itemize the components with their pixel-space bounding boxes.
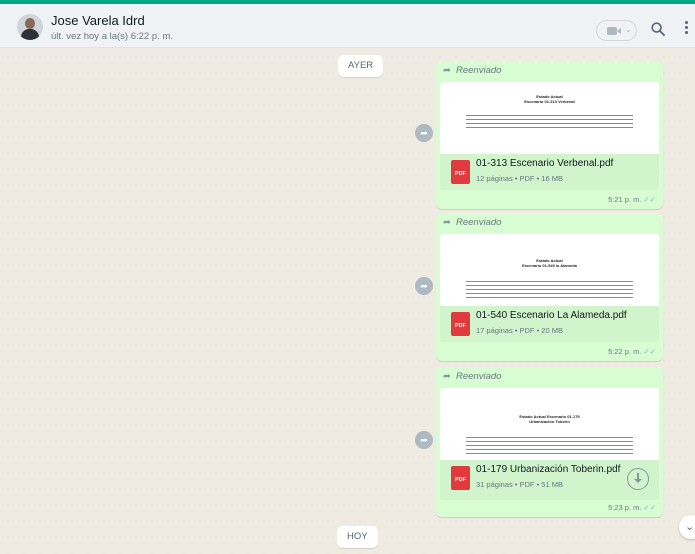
contact-name[interactable]: Jose Varela Idrd [51, 13, 145, 28]
preview-text-line [466, 437, 633, 439]
file-meta: 31 páginas • PDF • 51 MB [476, 480, 563, 489]
menu-icon[interactable] [684, 21, 690, 37]
file-name: 01-313 Escenario Verbenal.pdf [476, 158, 614, 169]
file-name: 01-540 Escenario La Alameda.pdf [476, 310, 627, 321]
share-icon[interactable]: ➦ [415, 431, 433, 449]
preview-subtitle: Urbanización Toberin [529, 419, 570, 424]
chevron-down-icon: ⌄ [625, 25, 632, 34]
chat-area[interactable]: AYER ➦ ➦ Reenviado Estado Actual Escenari… [0, 49, 695, 554]
forwarded-text: Reenviado [456, 217, 502, 228]
video-call-button[interactable]: ⌄ [596, 20, 637, 41]
preview-text-line [466, 119, 633, 121]
preview-text-line [466, 281, 633, 283]
forward-icon: ➦ [443, 65, 451, 76]
pdf-icon: PDF [451, 466, 470, 490]
message-time: 5:23 p. m. ✓✓ [608, 503, 656, 512]
forward-icon: ➦ [443, 217, 451, 228]
preview-text-line [466, 289, 633, 291]
document-preview[interactable]: Estado Actual Escenario 01-540 la Alamed… [440, 234, 659, 306]
forwarded-label: ➦ Reenviado [443, 65, 501, 76]
file-meta: 17 páginas • PDF • 20 MB [476, 326, 563, 335]
pdf-icon: PDF [451, 160, 470, 184]
video-call-icon [607, 27, 617, 35]
preview-text-line [466, 293, 633, 295]
day-divider-today: HOY [337, 526, 378, 548]
preview-text-line [466, 127, 633, 129]
download-button[interactable] [627, 468, 649, 490]
document-preview[interactable]: Estado Actual Escenario 01-179 Urbanizac… [440, 388, 659, 460]
forwarded-text: Reenviado [456, 371, 502, 382]
message-bubble[interactable]: ➦ Reenviado Estado Actual Escenario 01-54… [436, 213, 663, 361]
avatar[interactable] [17, 14, 43, 40]
message-bubble[interactable]: ➦ Reenviado Estado Actual Escenario 01-31… [436, 61, 663, 209]
preview-text-line [466, 123, 633, 125]
contact-status: últ. vez hoy a la(s) 6:22 p. m. [51, 31, 173, 42]
file-attachment[interactable]: PDF 01-313 Escenario Verbenal.pdf 12 pág… [440, 154, 659, 190]
forward-icon: ➦ [443, 371, 451, 382]
forwarded-text: Reenviado [456, 65, 502, 76]
read-ticks-icon: ✓✓ [643, 503, 656, 512]
document-preview[interactable]: Estado Actual Escenario 01-313 Verbenal [440, 82, 659, 154]
day-divider-yesterday: AYER [338, 55, 384, 77]
avatar-body [21, 29, 39, 40]
read-ticks-icon: ✓✓ [643, 195, 656, 204]
read-ticks-icon: ✓✓ [643, 347, 656, 356]
preview-text-line [466, 115, 633, 117]
search-icon[interactable] [651, 22, 665, 36]
preview-text-line [466, 449, 633, 451]
preview-text-line [466, 285, 633, 287]
message-time: 5:21 p. m. ✓✓ [608, 195, 656, 204]
pdf-icon: PDF [451, 312, 470, 336]
file-attachment[interactable]: PDF 01-540 Escenario La Alameda.pdf 17 p… [440, 306, 659, 342]
avatar-head [25, 18, 35, 29]
share-icon[interactable]: ➦ [415, 124, 433, 142]
preview-text-line [466, 441, 633, 443]
preview-text-line [466, 297, 633, 299]
share-icon[interactable]: ➦ [415, 277, 433, 295]
chat-header[interactable]: Jose Varela Idrd últ. vez hoy a la(s) 6:… [0, 4, 695, 48]
file-attachment[interactable]: PDF 01-179 Urbanización Toberin.pdf 31 p… [440, 460, 659, 500]
forwarded-label: ➦ Reenviado [443, 371, 501, 382]
message-time: 5:22 p. m. ✓✓ [608, 347, 656, 356]
message-bubble[interactable]: ➦ Reenviado Estado Actual Escenario 01-17… [436, 367, 663, 517]
file-name: 01-179 Urbanización Toberin.pdf [476, 464, 621, 475]
preview-subtitle: Escenario 01-313 Verbenal [524, 99, 575, 104]
chevron-down-icon: ⌄ [685, 521, 695, 533]
file-meta: 12 páginas • PDF • 16 MB [476, 174, 563, 183]
video-lens-shape [617, 28, 621, 34]
preview-text-line [466, 445, 633, 447]
forwarded-label: ➦ Reenviado [443, 217, 501, 228]
preview-subtitle: Escenario 01-540 la Alameda [522, 263, 577, 268]
preview-text-line [466, 453, 633, 455]
